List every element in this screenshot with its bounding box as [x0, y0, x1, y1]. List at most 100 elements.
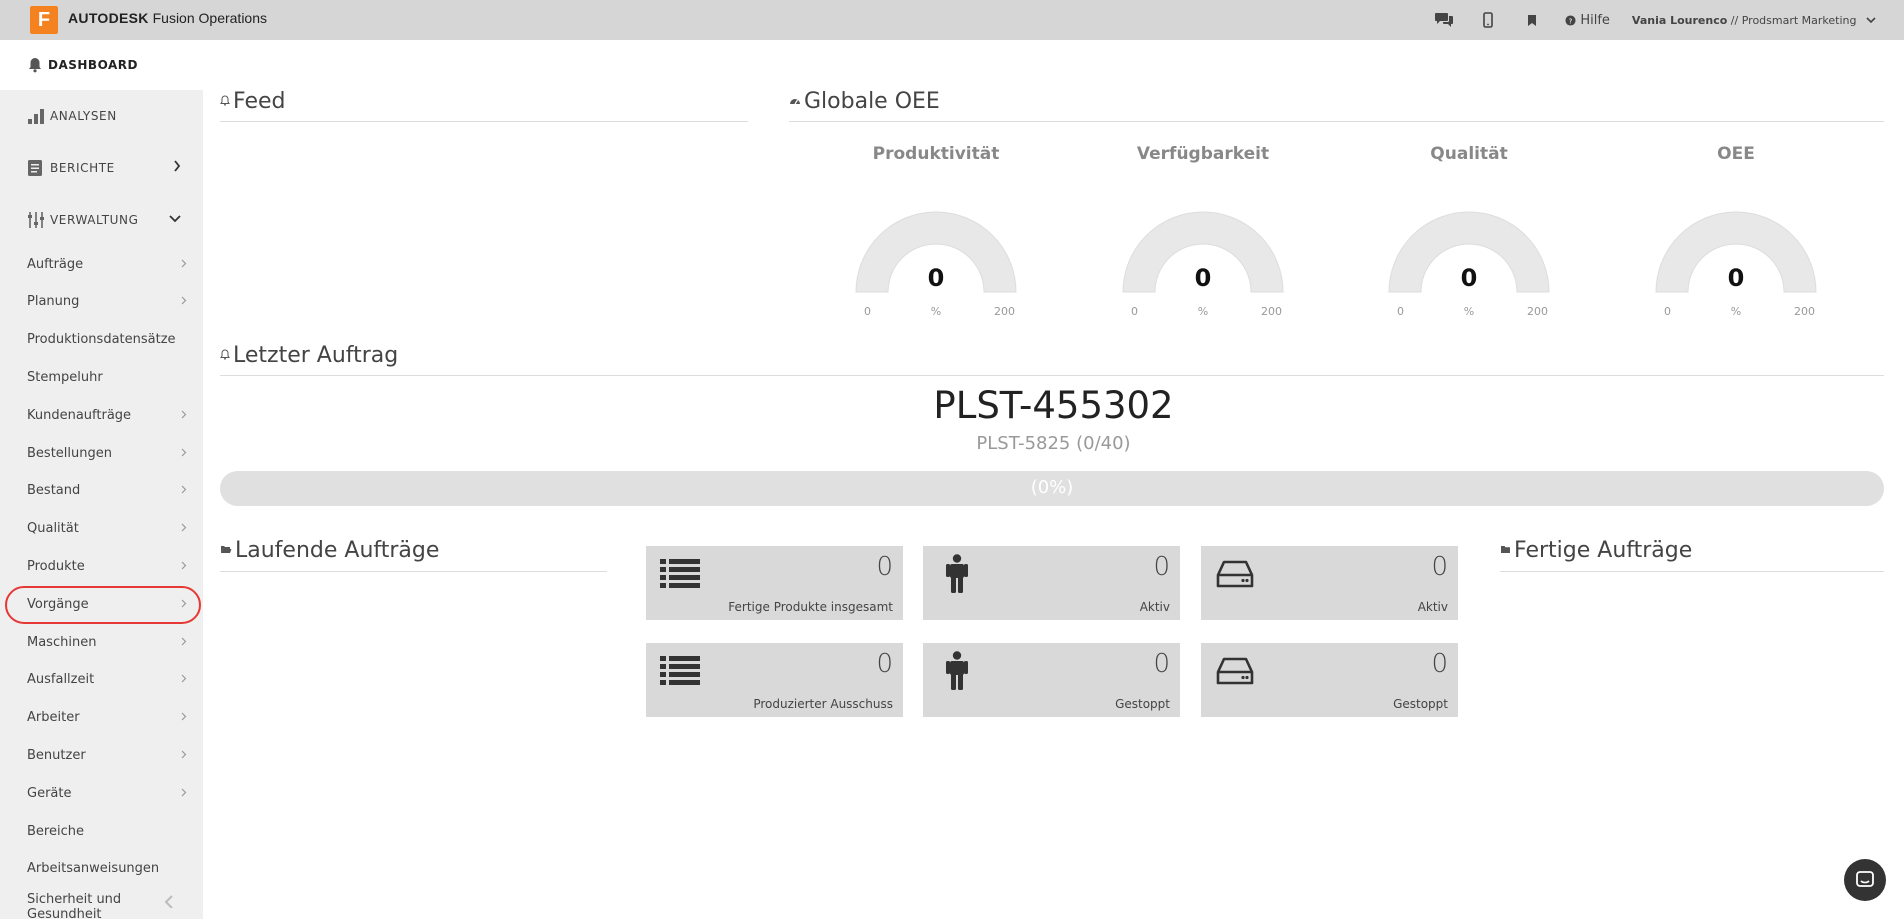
sidebar-section-berichte[interactable]: BERICHTE — [0, 148, 203, 188]
stat-tile[interactable]: 0 Aktiv — [1201, 546, 1458, 620]
running-orders-divider — [220, 571, 607, 572]
sidebar-item-maschinen[interactable]: Maschinen — [27, 631, 187, 653]
gauge-2: Verfügbarkeit 0 0% 200 — [1093, 144, 1313, 324]
sidebar-dashboard[interactable]: DASHBOARD — [0, 40, 203, 90]
finished-orders-divider — [1500, 571, 1884, 572]
stat-tile[interactable]: 0 Aktiv — [923, 546, 1180, 620]
stat-label: Aktiv — [1417, 600, 1448, 614]
bar-chart-icon — [27, 107, 45, 125]
stat-value: 0 — [1431, 649, 1448, 679]
help-icon: ? — [1565, 14, 1576, 26]
sidebar-item-arbeiter[interactable]: Arbeiter — [27, 707, 187, 729]
feed-divider — [220, 121, 748, 122]
svg-text:?: ? — [1569, 16, 1573, 25]
gauge-max: 200 — [994, 305, 1015, 318]
document-icon — [27, 159, 45, 177]
stat-tile[interactable]: 0 Gestoppt — [1201, 643, 1458, 717]
hard-drive-icon — [1213, 556, 1257, 592]
chevron-right-icon — [181, 636, 187, 649]
sidebar-section-analysen[interactable]: ANALYSEN — [0, 96, 203, 136]
folder-icon — [1500, 544, 1511, 557]
bell-icon — [220, 94, 230, 109]
gauge-max: 200 — [1794, 305, 1815, 318]
gauge-title: Produktivität — [872, 144, 1000, 164]
stat-tile[interactable]: 0 Produzierter Ausschuss — [646, 643, 903, 717]
stat-label: Fertige Produkte insgesamt — [728, 600, 893, 614]
chevron-right-icon — [181, 749, 187, 762]
chevron-right-icon — [181, 295, 187, 308]
last-order-divider — [220, 375, 1884, 376]
sidebar-item-produktionsdatensätze[interactable]: Produktionsdatensätze — [27, 329, 187, 351]
sidebar-item-bestand[interactable]: Bestand — [27, 480, 187, 502]
person-icon — [935, 651, 979, 690]
last-order-code[interactable]: PLST-455302 — [203, 384, 1904, 427]
sidebar-item-aufträge[interactable]: Aufträge — [27, 253, 187, 275]
stat-tile[interactable]: 0 Fertige Produkte insgesamt — [646, 546, 903, 620]
list-icon — [658, 653, 702, 689]
sidebar-item-arbeitsanweisungen[interactable]: Arbeitsanweisungen — [27, 858, 187, 880]
stat-label: Gestoppt — [1393, 697, 1448, 711]
oee-title: Globale OEE — [789, 89, 940, 114]
sidebar-item-kundenaufträge[interactable]: Kundenaufträge — [27, 404, 187, 426]
help-link[interactable]: ? Hilfe — [1565, 13, 1610, 28]
sidebar-item-produkte[interactable]: Produkte — [27, 555, 187, 577]
gauge-1: Produktivität 0 0% 200 — [826, 144, 1046, 324]
stat-value: 0 — [1431, 552, 1448, 582]
gauge-value: 0 — [1460, 264, 1478, 292]
order-progress-bar: (0%) — [220, 471, 1884, 506]
chevron-down-icon — [169, 212, 181, 227]
chevron-right-icon — [181, 711, 187, 724]
bell-icon — [220, 348, 230, 363]
gauge-value: 0 — [1727, 264, 1745, 292]
chevron-right-icon — [181, 522, 187, 535]
chevron-right-icon — [181, 560, 187, 573]
sliders-icon — [27, 211, 45, 229]
app-title: AUTODESK Fusion Operations — [68, 10, 268, 26]
sidebar-section-verwaltung[interactable]: VERWALTUNG — [0, 200, 203, 240]
fusion-logo-icon[interactable]: F — [30, 6, 58, 34]
sidebar-item-ausfallzeit[interactable]: Ausfallzeit — [27, 669, 187, 691]
chevron-right-icon — [181, 787, 187, 800]
sidebar-item-benutzer[interactable]: Benutzer — [27, 744, 187, 766]
sidebar-item-qualität[interactable]: Qualität — [27, 518, 187, 540]
collapse-sidebar-icon[interactable] — [163, 892, 177, 913]
folder-open-icon — [220, 544, 232, 557]
gauge-title: Verfügbarkeit — [1136, 144, 1270, 164]
chevron-right-icon — [181, 409, 187, 422]
gauge-title: Qualität — [1430, 144, 1508, 164]
sidebar-item-bestellungen[interactable]: Bestellungen — [27, 442, 187, 464]
sidebar-item-stempeluhr[interactable]: Stempeluhr — [27, 366, 187, 388]
order-progress-label: (0%) — [1030, 477, 1074, 498]
user-menu[interactable]: Vania Lourenco // Prodsmart Marketing — [1632, 14, 1876, 27]
chevron-right-icon — [181, 447, 187, 460]
chat-icon[interactable] — [1433, 9, 1455, 31]
chevron-right-icon — [181, 673, 187, 686]
sidebar-item-planung[interactable]: Planung — [27, 291, 187, 313]
chat-support-button[interactable] — [1844, 859, 1886, 901]
stat-value: 0 — [876, 552, 893, 582]
stat-value: 0 — [1153, 552, 1170, 582]
chevron-right-icon — [181, 484, 187, 497]
mobile-icon[interactable] — [1477, 9, 1499, 31]
sidebar-item-bereiche[interactable]: Bereiche — [27, 820, 187, 842]
oee-divider — [789, 121, 1884, 122]
feed-title: Feed — [220, 89, 286, 114]
gauge-3: Qualität 0 0% 200 — [1359, 144, 1579, 324]
person-icon — [935, 554, 979, 593]
gauge-value: 0 — [1194, 264, 1212, 292]
highlight-circle — [5, 586, 201, 624]
running-orders-title: Laufende Aufträge — [220, 538, 439, 563]
stat-label: Gestoppt — [1115, 697, 1170, 711]
gauge-max: 200 — [1527, 305, 1548, 318]
gauge-max: 200 — [1261, 305, 1282, 318]
last-order-title: Letzter Auftrag — [220, 343, 398, 368]
gauge-value: 0 — [927, 264, 945, 292]
bookmark-icon[interactable] — [1521, 9, 1543, 31]
stat-tile[interactable]: 0 Gestoppt — [923, 643, 1180, 717]
stat-label: Produzierter Ausschuss — [753, 697, 893, 711]
chevron-right-icon — [173, 160, 181, 176]
sidebar-item-geräte[interactable]: Geräte — [27, 782, 187, 804]
list-icon — [658, 556, 702, 592]
sidebar: DASHBOARD ANALYSEN BERICHTE VERWALTUNG A… — [0, 40, 203, 922]
last-order-subtitle: PLST-5825 (0/40) — [976, 433, 1131, 454]
